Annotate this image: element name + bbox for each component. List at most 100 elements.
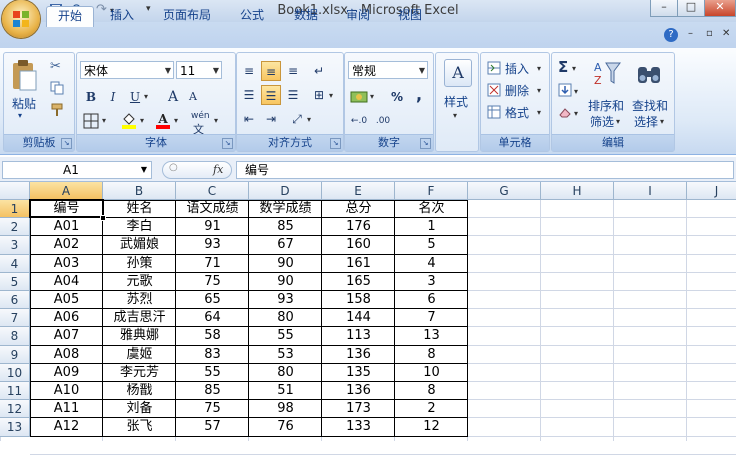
- tab-page-layout[interactable]: 页面布局: [154, 6, 220, 26]
- table-cell[interactable]: 158: [322, 291, 395, 309]
- font-launcher-icon[interactable]: ↘: [222, 138, 233, 149]
- tab-view[interactable]: 视图: [388, 6, 432, 26]
- table-cell[interactable]: 数学成绩: [249, 200, 322, 218]
- table-cell[interactable]: 133: [322, 418, 395, 436]
- table-cell[interactable]: A12: [30, 418, 103, 436]
- decrease-indent-icon[interactable]: ⇤: [239, 109, 259, 129]
- fx-icon[interactable]: fx: [213, 163, 223, 176]
- clear-dropdown-icon[interactable]: ▾: [574, 109, 578, 118]
- row-header[interactable]: 8: [0, 327, 30, 346]
- table-cell[interactable]: 83: [176, 346, 249, 364]
- table-cell[interactable]: 165: [322, 273, 395, 291]
- row-header[interactable]: 11: [0, 382, 30, 401]
- column-header[interactable]: J: [687, 182, 736, 200]
- table-cell[interactable]: 135: [322, 364, 395, 382]
- table-cell[interactable]: 张飞: [103, 418, 176, 436]
- column-header[interactable]: A: [30, 182, 103, 200]
- table-cell[interactable]: 136: [322, 382, 395, 400]
- wrap-text-icon[interactable]: ↵: [309, 61, 329, 81]
- table-cell[interactable]: 136: [322, 346, 395, 364]
- table-cell[interactable]: 173: [322, 400, 395, 418]
- row-header[interactable]: 4: [0, 254, 30, 273]
- table-cell[interactable]: 元歌: [103, 273, 176, 291]
- table-cell[interactable]: 虞姬: [103, 346, 176, 364]
- alignment-launcher-icon[interactable]: ↘: [330, 138, 341, 149]
- column-header[interactable]: G: [468, 182, 541, 200]
- table-cell[interactable]: A04: [30, 273, 103, 291]
- phonetic-label[interactable]: wén: [191, 111, 210, 121]
- table-cell[interactable]: 李元芳: [103, 364, 176, 382]
- row-header[interactable]: 12: [0, 400, 30, 419]
- table-cell[interactable]: 57: [176, 418, 249, 436]
- tab-home[interactable]: 开始: [46, 6, 94, 27]
- table-cell[interactable]: 8: [395, 382, 468, 400]
- borders-icon[interactable]: [81, 111, 101, 131]
- table-cell[interactable]: 2: [395, 400, 468, 418]
- table-cell[interactable]: 71: [176, 255, 249, 273]
- table-cell[interactable]: A03: [30, 255, 103, 273]
- table-cell[interactable]: 5: [395, 236, 468, 254]
- italic-button[interactable]: I: [103, 87, 123, 107]
- help-icon[interactable]: ?: [664, 28, 678, 42]
- align-center-icon[interactable]: ☰: [261, 85, 281, 105]
- styles-icon[interactable]: A: [444, 59, 472, 87]
- table-cell[interactable]: 93: [249, 291, 322, 309]
- find-select-label-2[interactable]: 选择: [634, 113, 658, 130]
- table-cell[interactable]: 64: [176, 309, 249, 327]
- fill-color-icon[interactable]: [119, 111, 139, 131]
- find-select-dropdown-icon[interactable]: ▾: [660, 117, 664, 126]
- styles-label[interactable]: 样式: [444, 93, 468, 110]
- table-cell[interactable]: 6: [395, 291, 468, 309]
- currency-icon[interactable]: [349, 87, 369, 107]
- sort-filter-icon[interactable]: AZ: [592, 59, 622, 87]
- comma-button[interactable]: ,: [409, 85, 429, 105]
- table-cell[interactable]: 80: [249, 309, 322, 327]
- table-cell[interactable]: 176: [322, 218, 395, 236]
- bold-button[interactable]: B: [81, 87, 101, 107]
- font-color-icon[interactable]: A: [153, 109, 173, 129]
- table-cell[interactable]: 苏烈: [103, 291, 176, 309]
- clipboard-launcher-icon[interactable]: ↘: [61, 138, 72, 149]
- grow-font-button[interactable]: A: [163, 87, 183, 107]
- phonetic-dropdown-icon[interactable]: ▾: [214, 116, 218, 125]
- row-header[interactable]: 13: [0, 418, 30, 437]
- column-header[interactable]: I: [614, 182, 687, 200]
- table-cell[interactable]: 51: [249, 382, 322, 400]
- table-cell[interactable]: 4: [395, 255, 468, 273]
- formula-input[interactable]: 编号: [236, 161, 734, 179]
- table-cell[interactable]: 55: [249, 327, 322, 345]
- table-cell[interactable]: 55: [176, 364, 249, 382]
- underline-dropdown-icon[interactable]: ▾: [144, 92, 148, 101]
- row-header[interactable]: 5: [0, 272, 30, 291]
- row-header[interactable]: 10: [0, 363, 30, 382]
- ribbon-minimize-icon[interactable]: –: [688, 28, 693, 39]
- align-top-icon[interactable]: ≡: [239, 61, 259, 81]
- maximize-icon[interactable]: □: [677, 0, 705, 17]
- row-header[interactable]: 2: [0, 218, 30, 237]
- column-header[interactable]: H: [541, 182, 614, 200]
- table-cell[interactable]: 1: [395, 218, 468, 236]
- font-size-combo[interactable]: 11 ▼: [176, 61, 222, 79]
- table-cell[interactable]: 160: [322, 236, 395, 254]
- ribbon-restore-icon[interactable]: ▫: [706, 28, 713, 39]
- table-cell[interactable]: A01: [30, 218, 103, 236]
- table-cell[interactable]: 12: [395, 418, 468, 436]
- align-middle-icon[interactable]: ≡: [261, 61, 281, 81]
- paste-label[interactable]: 粘贴: [12, 95, 36, 112]
- table-cell[interactable]: A09: [30, 364, 103, 382]
- table-cell[interactable]: 67: [249, 236, 322, 254]
- sort-filter-label[interactable]: 排序和: [588, 97, 624, 114]
- table-cell[interactable]: 85: [176, 382, 249, 400]
- table-cell[interactable]: 58: [176, 327, 249, 345]
- paste-dropdown-icon[interactable]: ▾: [18, 111, 22, 120]
- table-cell[interactable]: 144: [322, 309, 395, 327]
- table-cell[interactable]: A05: [30, 291, 103, 309]
- row-header[interactable]: 3: [0, 236, 30, 255]
- sort-filter-dropdown-icon[interactable]: ▾: [616, 117, 620, 126]
- align-right-icon[interactable]: ☰: [283, 85, 303, 105]
- row-header[interactable]: 9: [0, 345, 30, 364]
- cut-icon[interactable]: ✂: [50, 59, 61, 74]
- column-header[interactable]: D: [249, 182, 322, 200]
- table-cell[interactable]: A08: [30, 346, 103, 364]
- orientation-dropdown-icon[interactable]: ▾: [307, 115, 311, 124]
